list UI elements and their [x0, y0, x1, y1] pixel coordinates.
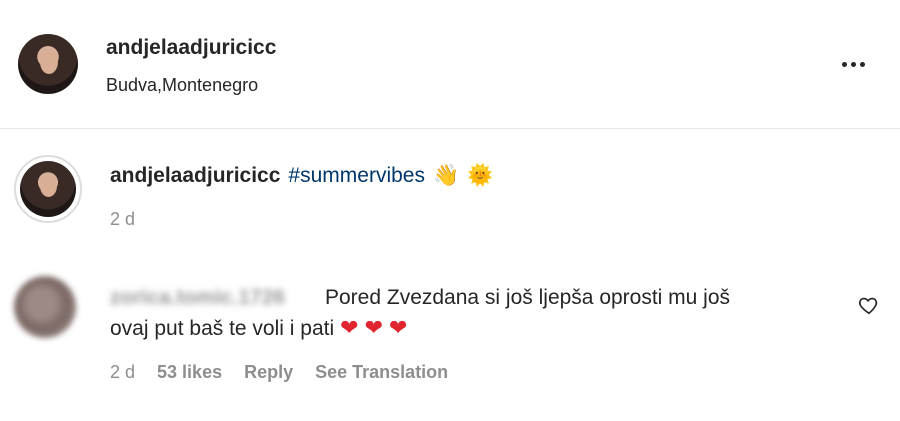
heart-outline-icon[interactable] [858, 294, 880, 316]
header-divider [0, 128, 900, 129]
comment-text: ovaj put baš te voli i pati [110, 316, 335, 340]
hashtag-link[interactable]: #summervibes [288, 164, 425, 188]
more-options-button[interactable] [833, 52, 873, 76]
post-location[interactable]: Budva,Montenegro [106, 75, 258, 96]
caption-username[interactable]: andjelaadjuricicc [110, 164, 280, 188]
author-username[interactable]: andjelaadjuricicc [106, 36, 276, 60]
more-horizontal-icon [841, 61, 847, 67]
comment-text-line-1: Pored Zvezdana si još ljepša oprosti mu … [325, 286, 731, 309]
heart-emoji: ❤ [364, 316, 384, 341]
caption-avatar[interactable] [14, 155, 82, 223]
comment-meta: 2 d 53 likes Reply See Translation [110, 362, 448, 383]
waving-hand-emoji: 👋 [432, 163, 460, 187]
comment-likes-count[interactable]: 53 likes [157, 362, 222, 383]
commenter-avatar[interactable] [14, 276, 76, 338]
post-header: andjelaadjuricicc Budva,Montenegro [0, 0, 900, 128]
comment-timestamp[interactable]: 2 d [110, 362, 135, 383]
caption-timestamp[interactable]: 2 d [110, 209, 135, 230]
comment-text-line-2: ovaj put baš te voli i pati ❤ ❤ ❤ [110, 316, 407, 341]
heart-emoji: ❤ [340, 316, 359, 341]
sun-emoji: 🌞 [467, 163, 494, 187]
commenter-username[interactable]: zorica.tomic.1726 [110, 286, 285, 310]
reply-button[interactable]: Reply [244, 362, 293, 383]
see-translation-button[interactable]: See Translation [315, 362, 448, 383]
caption-text: andjelaadjuricicc #summervibes 👋 🌞 [110, 163, 493, 188]
heart-emoji: ❤ [389, 316, 408, 341]
author-avatar[interactable] [18, 34, 78, 94]
